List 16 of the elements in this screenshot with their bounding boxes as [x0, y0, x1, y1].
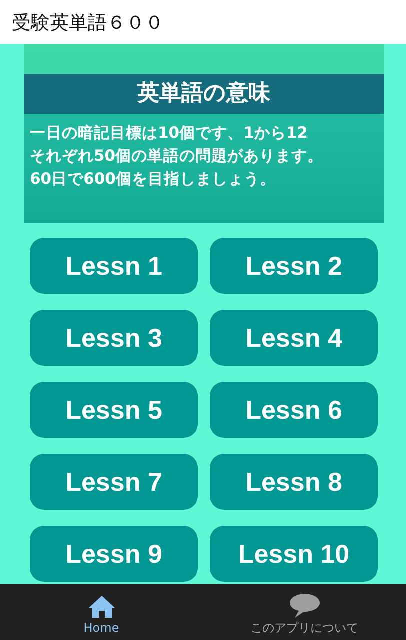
- speech-bubble-icon: [288, 593, 320, 619]
- lesson-button[interactable]: Lessn 1: [30, 238, 198, 294]
- lesson-button[interactable]: Lessn 6: [210, 382, 378, 438]
- lesson-button[interactable]: Lessn 7: [30, 454, 198, 510]
- banner-heading: 英単語の意味: [24, 74, 384, 114]
- lesson-button[interactable]: Lessn 9: [30, 526, 198, 582]
- nav-tab[interactable]: このアプリについて: [203, 584, 406, 640]
- home-icon: [88, 595, 116, 619]
- lesson-button[interactable]: Lessn 2: [210, 238, 378, 294]
- lesson-button[interactable]: Lessn 5: [30, 382, 198, 438]
- lesson-button[interactable]: Lessn 10: [210, 526, 378, 582]
- nav-tab[interactable]: Home: [0, 584, 203, 640]
- lesson-button[interactable]: Lessn 8: [210, 454, 378, 510]
- banner-text: 一日の暗記目標は10個です、1から12 それぞれ50個の単語の問題があります。 60日で600個を目指しましょう。: [24, 114, 384, 223]
- lesson-button[interactable]: Lessn 3: [30, 310, 198, 366]
- lesson-button[interactable]: Lessn 4: [210, 310, 378, 366]
